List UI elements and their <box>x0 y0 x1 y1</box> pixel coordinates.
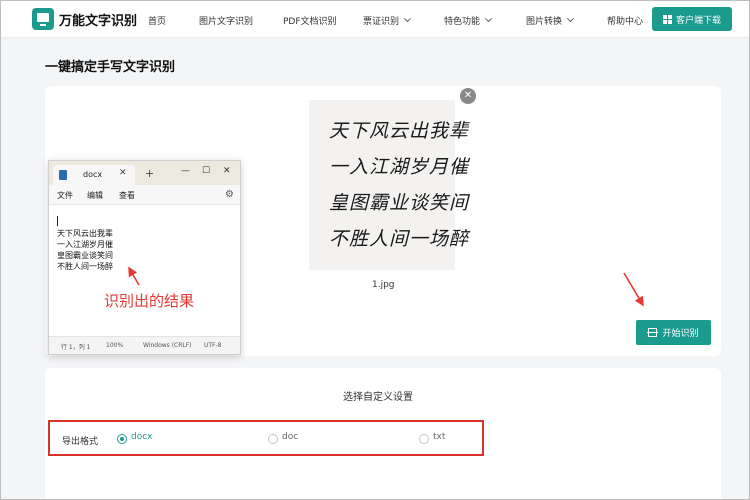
notepad-file-icon <box>59 170 67 180</box>
export-format-label: 导出格式 <box>62 437 99 447</box>
logo-icon[interactable] <box>32 8 54 30</box>
settings-title: 选择自定义设置 <box>343 392 413 403</box>
notepad-menubar: 文件 编辑 查看 ⚙ <box>49 185 240 205</box>
nav-label: PDF文档识别 <box>283 17 337 27</box>
download-label: 客户端下载 <box>675 15 721 26</box>
close-icon[interactable]: ✕ <box>223 166 231 176</box>
nav-item-image-ocr[interactable]: 图片文字识别 <box>199 14 253 27</box>
menu-view[interactable]: 查看 <box>119 190 135 201</box>
handwriting-line: 天下风云出我辈 <box>329 120 470 142</box>
nav-label: 帮助中心 <box>607 17 644 27</box>
nav-label: 图片转换 <box>526 17 563 27</box>
text-line: 皇图霸业谈笑间 <box>57 251 113 260</box>
maximize-icon[interactable]: ☐ <box>202 166 210 176</box>
option-doc[interactable]: doc <box>282 432 298 442</box>
option-txt[interactable]: txt <box>433 432 445 442</box>
minimize-icon[interactable]: — <box>181 166 190 176</box>
annotation-label: 识别出的结果 <box>104 292 195 310</box>
nav-item-ticket-ocr[interactable]: 票证识别 <box>363 14 412 27</box>
notepad-window: docx ✕ + — ☐ ✕ 文件 编辑 查看 ⚙ 天下风云出我辈 一入江湖岁月… <box>48 160 241 355</box>
notepad-titlebar: docx ✕ + — ☐ ✕ <box>49 161 240 185</box>
handwriting-line: 不胜人间一场醉 <box>329 228 470 250</box>
text-cursor <box>57 216 58 226</box>
text-line: 天下风云出我辈 <box>57 229 113 238</box>
nav-item-image-convert[interactable]: 图片转换 <box>526 14 575 27</box>
status-zoom: 100% <box>106 342 124 349</box>
file-name: 1.jpg <box>372 280 395 290</box>
status-line-ending: Windows (CRLF) <box>143 342 192 349</box>
nav-item-home[interactable]: 首页 <box>148 14 166 27</box>
nav-label: 首页 <box>148 17 167 27</box>
chevron-down-icon <box>484 15 493 23</box>
chevron-down-icon <box>566 15 575 23</box>
new-tab-icon[interactable]: + <box>145 167 154 180</box>
nav-label: 图片文字识别 <box>199 17 254 27</box>
option-docx[interactable]: docx <box>131 432 153 442</box>
radio-txt[interactable] <box>419 434 429 444</box>
status-position: 行 1，列 1 <box>61 344 91 351</box>
scan-icon <box>647 328 659 337</box>
text-line: 一入江湖岁月催 <box>57 240 113 249</box>
nav-label: 特色功能 <box>444 17 481 27</box>
status-encoding: UTF-8 <box>204 342 222 349</box>
nav-item-pdf-ocr[interactable]: PDF文档识别 <box>283 14 337 27</box>
nav-item-help[interactable]: 帮助中心 <box>607 14 643 27</box>
menu-edit[interactable]: 编辑 <box>87 190 103 201</box>
nav-label: 票证识别 <box>363 17 400 27</box>
notepad-tab-name: docx <box>83 170 103 179</box>
notepad-tab[interactable]: docx ✕ <box>53 165 135 185</box>
notepad-statusbar: 行 1，列 1 100% Windows (CRLF) UTF-8 <box>49 336 240 354</box>
text-line: 不胜人间一场醉 <box>57 262 113 271</box>
start-label: 开始识别 <box>662 329 699 339</box>
page-title: 一键搞定手写文字识别 <box>45 60 176 75</box>
image-preview: 天下风云出我辈 一入江湖岁月催 皇图霸业谈笑间 不胜人间一场醉 <box>309 100 468 270</box>
menu-file[interactable]: 文件 <box>57 190 73 201</box>
radio-doc[interactable] <box>268 434 278 444</box>
handwriting-line: 一入江湖岁月催 <box>329 156 470 178</box>
client-download-button[interactable]: 客户端下载 <box>652 7 732 31</box>
start-recognition-button[interactable]: 开始识别 <box>636 320 711 345</box>
close-icon[interactable]: ✕ <box>119 168 127 178</box>
gear-icon[interactable]: ⚙ <box>225 189 234 200</box>
top-navbar: 万能文字识别 首页 图片文字识别 PDF文档识别 票证识别 特色功能 图片转换 … <box>0 0 750 38</box>
handwriting-line: 皇图霸业谈笑间 <box>329 192 470 214</box>
chevron-down-icon <box>403 15 412 23</box>
radio-docx[interactable] <box>117 434 127 444</box>
windows-icon <box>662 14 672 24</box>
nav-item-features[interactable]: 特色功能 <box>444 14 493 27</box>
notepad-text-area[interactable]: 天下风云出我辈 一入江湖岁月催 皇图霸业谈笑间 不胜人间一场醉 <box>57 216 113 272</box>
brand-name[interactable]: 万能文字识别 <box>59 10 137 29</box>
close-icon[interactable]: ✕ <box>460 88 476 104</box>
